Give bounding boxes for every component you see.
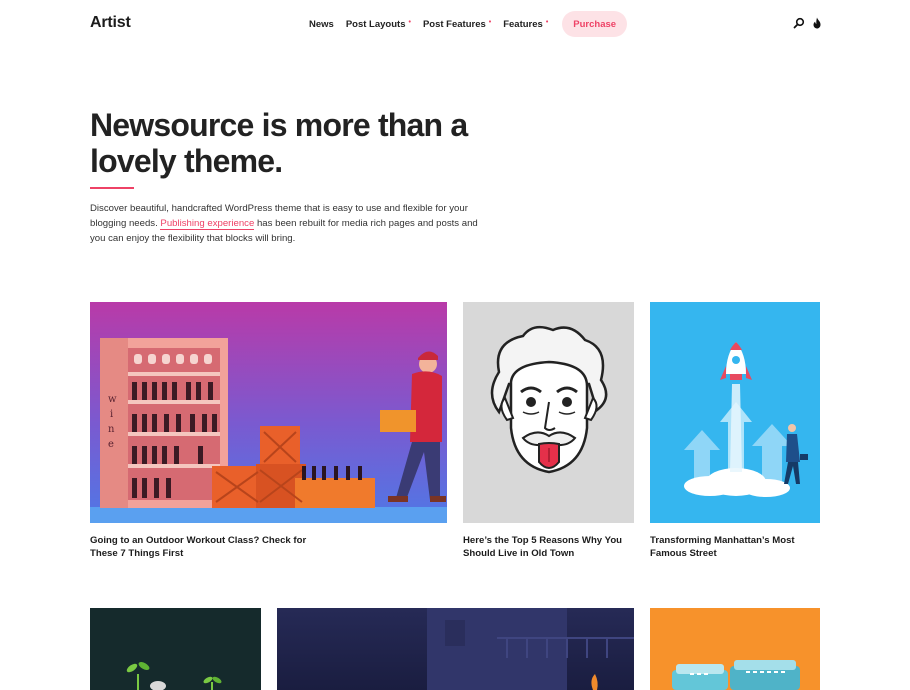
main-nav: News Post Layouts • Post Features • Feat… — [309, 11, 628, 37]
nav-item-label: Features — [503, 18, 543, 30]
post-title[interactable]: Transforming Manhattan’s Most Famous Str… — [650, 534, 815, 560]
svg-text:e: e — [108, 439, 114, 450]
header-tools — [793, 17, 823, 29]
nav-item-post-features[interactable]: Post Features • — [423, 19, 491, 30]
site-header: Artist News Post Layouts • Post Features… — [0, 0, 910, 48]
nav-item-post-layouts[interactable]: Post Layouts • — [346, 19, 411, 30]
nav-item-news[interactable]: News — [309, 19, 334, 30]
post-image-wine-store[interactable]: wine — [90, 302, 447, 523]
dropdown-dot-icon: • — [545, 18, 549, 26]
post-image-night-city[interactable] — [277, 608, 634, 690]
post-title[interactable]: Going to an Outdoor Workout Class? Check… — [90, 534, 330, 560]
site-logo[interactable]: Artist — [90, 14, 131, 32]
svg-text:w: w — [108, 394, 117, 405]
post-image-einstein[interactable] — [463, 302, 634, 523]
nav-item-label: News — [309, 18, 334, 30]
hero-title: Newsource is more than a lovely theme. — [90, 107, 468, 179]
hero-accent-rule — [90, 187, 134, 189]
purchase-button[interactable]: Purchase — [562, 11, 628, 37]
publishing-experience-link[interactable]: Publishing experience — [160, 218, 255, 230]
post-image-plant-sprouts[interactable] — [90, 608, 261, 690]
flame-icon[interactable] — [811, 17, 823, 29]
search-icon[interactable] — [793, 17, 805, 29]
nav-item-features[interactable]: Features • — [503, 19, 548, 30]
hero-description: Discover beautiful, handcrafted WordPres… — [90, 201, 485, 246]
dropdown-dot-icon: • — [408, 18, 411, 26]
nav-item-label: Post Features — [422, 18, 486, 30]
nav-item-label: Post Layouts — [345, 18, 406, 30]
post-image-orange-packages[interactable] — [650, 608, 820, 690]
post-title[interactable]: Here’s the Top 5 Reasons Why You Should … — [463, 534, 628, 560]
svg-text:i: i — [110, 409, 113, 420]
dropdown-dot-icon: • — [488, 18, 492, 26]
svg-text:n: n — [108, 424, 115, 435]
post-image-rocket-launch[interactable] — [650, 302, 820, 523]
